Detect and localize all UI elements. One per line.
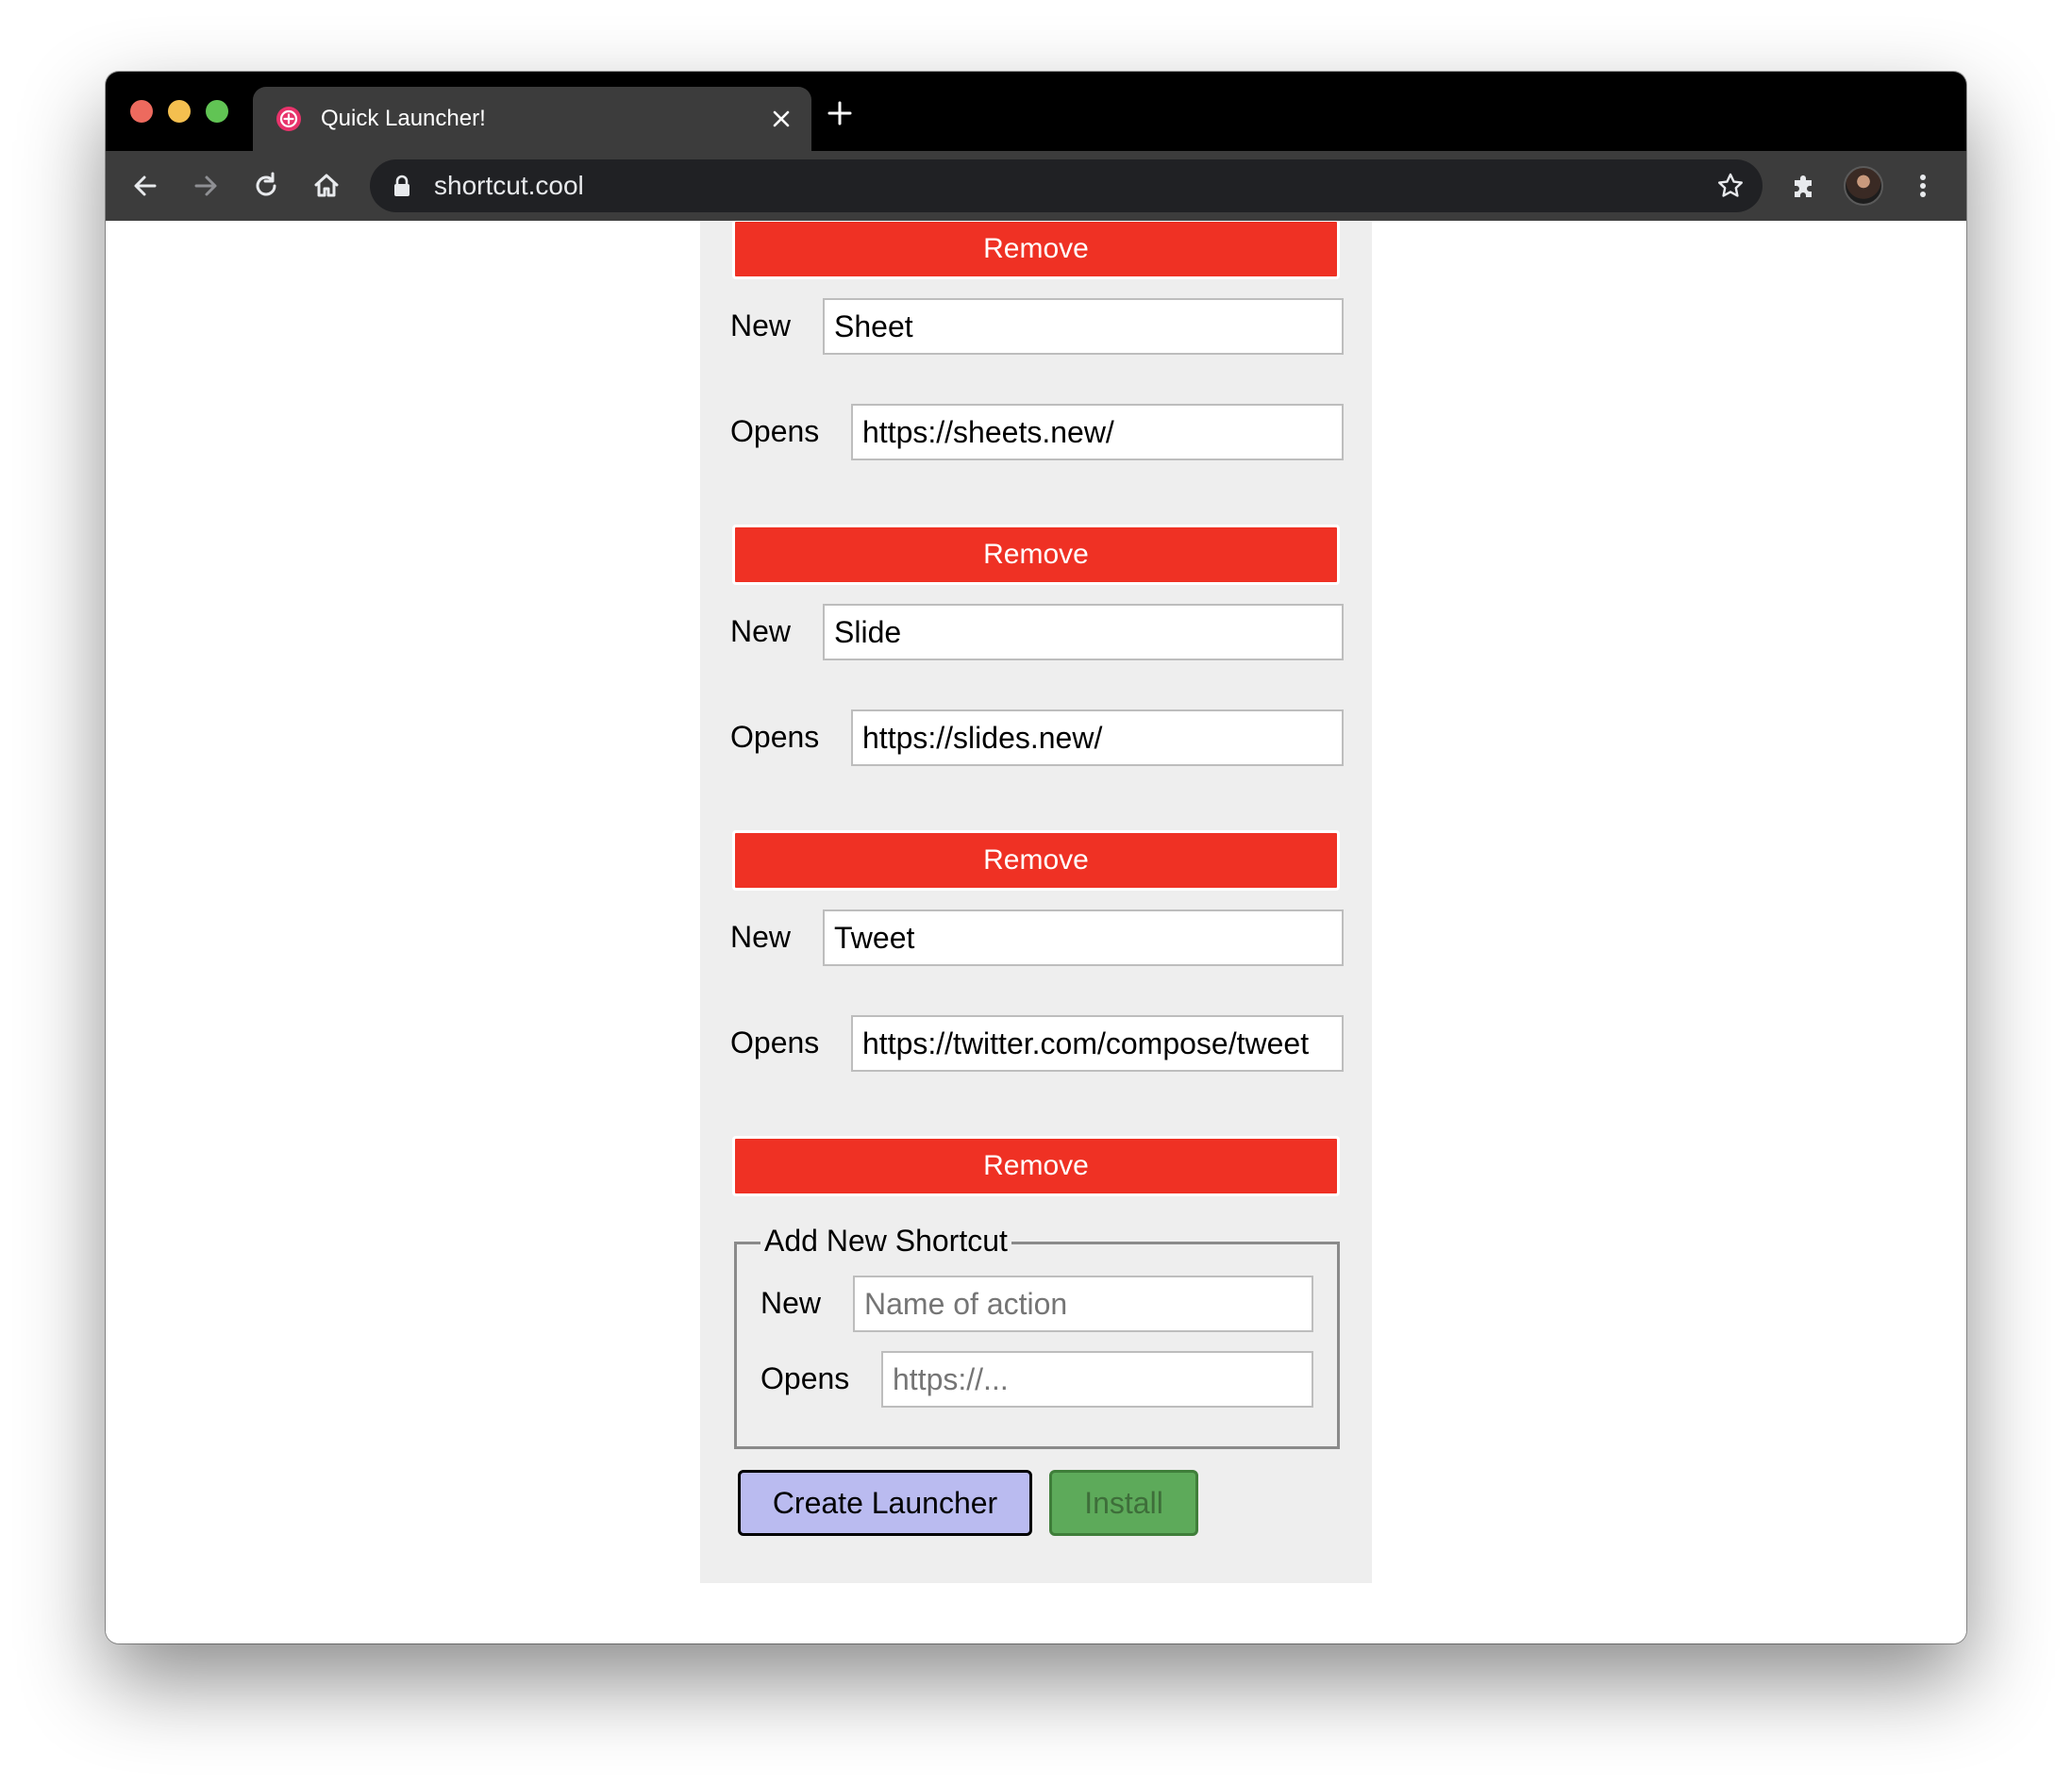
close-window-button[interactable] (130, 100, 153, 123)
address-bar[interactable]: shortcut.cool (370, 159, 1763, 212)
close-tab-icon[interactable] (766, 104, 796, 134)
bookmark-star-icon[interactable] (1715, 171, 1746, 201)
forward-arrow-icon[interactable] (189, 169, 223, 203)
new-label: New (730, 920, 792, 954)
launcher-favicon-icon (276, 107, 301, 131)
create-launcher-button[interactable]: Create Launcher (738, 1470, 1032, 1536)
remove-button[interactable]: Remove (732, 221, 1340, 279)
shortcut-url-input[interactable] (851, 404, 1344, 460)
back-arrow-icon[interactable] (128, 169, 162, 203)
shortcut-url-input[interactable] (851, 709, 1344, 766)
shortcut-name-input[interactable] (823, 909, 1344, 966)
new-label: New (760, 1286, 822, 1320)
remove-button[interactable]: Remove (732, 1136, 1340, 1196)
opens-label: Opens (760, 1361, 850, 1395)
install-button[interactable]: Install (1049, 1470, 1198, 1536)
shortcut-name-input[interactable] (823, 604, 1344, 660)
tab-quick-launcher[interactable]: Quick Launcher! (253, 87, 811, 151)
opens-label: Opens (730, 414, 820, 448)
add-new-shortcut-legend: Add New Shortcut (760, 1223, 1011, 1259)
new-shortcut-name-input[interactable] (853, 1276, 1313, 1332)
add-new-shortcut-fieldset (734, 1242, 1340, 1449)
browser-window: Quick Launcher! shortcut.cool Remove New… (106, 72, 1966, 1643)
launcher-form-panel: Remove New Opens Remove New Opens Remove… (700, 221, 1372, 1583)
tab-title: Quick Launcher! (321, 106, 486, 131)
remove-button[interactable]: Remove (732, 830, 1340, 891)
shortcut-url-input[interactable] (851, 1015, 1344, 1072)
new-label: New (730, 309, 792, 342)
home-icon[interactable] (309, 169, 343, 203)
new-label: New (730, 614, 792, 648)
opens-label: Opens (730, 720, 820, 754)
opens-label: Opens (730, 1026, 820, 1059)
reload-icon[interactable] (249, 169, 283, 203)
minimize-window-button[interactable] (168, 100, 191, 123)
tab-strip: Quick Launcher! (106, 72, 1966, 151)
lock-icon (394, 175, 409, 196)
new-shortcut-url-input[interactable] (881, 1351, 1313, 1408)
remove-button[interactable]: Remove (732, 525, 1340, 585)
page-content: Remove New Opens Remove New Opens Remove… (106, 221, 1966, 1643)
new-tab-icon[interactable] (825, 98, 855, 128)
shortcut-name-input[interactable] (823, 298, 1344, 355)
url-text: shortcut.cool (434, 171, 584, 200)
browser-toolbar: shortcut.cool (106, 151, 1966, 221)
extensions-puzzle-icon[interactable] (1787, 169, 1821, 203)
kebab-menu-icon[interactable] (1906, 169, 1940, 203)
profile-avatar[interactable] (1844, 166, 1883, 206)
maximize-window-button[interactable] (206, 100, 228, 123)
